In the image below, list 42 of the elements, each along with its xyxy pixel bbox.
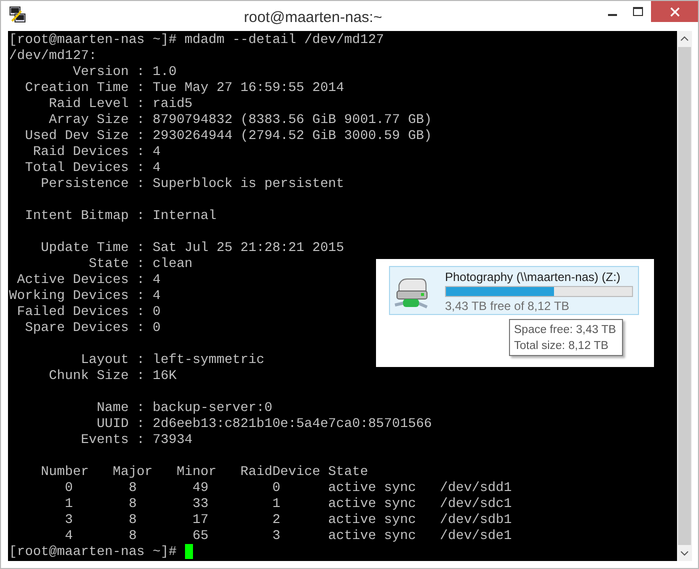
terminal-line: Total Devices : 4 bbox=[24, 160, 161, 176]
close-icon bbox=[670, 6, 680, 16]
shell-prompt: [root@maarten-nas ~]# bbox=[9, 544, 178, 560]
text-cursor bbox=[184, 544, 193, 559]
close-button[interactable] bbox=[651, 1, 698, 22]
free-space-text: 3,43 TB free of 8,12 TB bbox=[445, 298, 570, 314]
terminal-line: Spare Devices : 0 bbox=[24, 320, 161, 336]
terminal-line: Active Devices : 4 bbox=[16, 272, 161, 288]
terminal-line: Raid Level : raid5 bbox=[48, 96, 193, 112]
window-title: root@maarten-nas:~ bbox=[242, 8, 384, 28]
terminal-line: State : clean bbox=[88, 256, 193, 272]
terminal-line: 3 8 17 2 active sync /dev/sdb1 bbox=[64, 512, 512, 528]
terminal-line: [root@maarten-nas ~]# mdadm --detail /dev/md127 bbox=[9, 32, 384, 48]
terminal-line: Update Time : Sat Jul 25 21:28:21 2015 bbox=[40, 240, 344, 256]
terminal-line: Used Dev Size : 2930264944 (2794.52 GiB 3000.59 GB) bbox=[24, 128, 432, 144]
terminal-line: Raid Devices : 4 bbox=[32, 144, 161, 160]
scrollbar-thumb[interactable] bbox=[678, 47, 691, 545]
terminal-line: Array Size : 8790794832 (8383.56 GiB 9001.77 GB) bbox=[48, 112, 432, 128]
terminal-line: Failed Devices : 0 bbox=[16, 304, 161, 320]
scroll-up-icon[interactable] bbox=[680, 36, 689, 41]
drive-tile[interactable]: Photography (\\maarten-nas) (Z:) 3,43 TB free of 8,12 TB bbox=[389, 266, 639, 315]
terminal-line: /dev/md127: bbox=[9, 48, 97, 64]
terminal-line: Number Major Minor RaidDevice State bbox=[40, 464, 368, 480]
terminal-line: Version : 1.0 bbox=[72, 64, 177, 80]
tooltip-line: Space free: 3,43 TB bbox=[514, 323, 616, 338]
terminal-line: UUID : 2d6eeb13:c821b10e:5a4e7ca0:85701566 bbox=[96, 416, 432, 432]
terminal-line: Events : 73934 bbox=[80, 432, 193, 448]
scrollbar[interactable] bbox=[677, 31, 692, 561]
terminal-line: 1 8 33 1 active sync /dev/sdc1 bbox=[64, 496, 512, 512]
terminal-app-icon bbox=[9, 6, 27, 24]
terminal-line: Intent Bitmap : Internal bbox=[24, 208, 216, 224]
terminal-line: 4 8 65 3 active sync /dev/sde1 bbox=[64, 528, 512, 544]
terminal-line: Creation Time : Tue May 27 16:59:55 2014 bbox=[24, 80, 344, 96]
terminal-line: Name : backup-server:0 bbox=[96, 400, 272, 416]
terminal-line: 0 8 49 0 active sync /dev/sdd1 bbox=[64, 480, 512, 496]
terminal-line: Layout : left-symmetric bbox=[80, 352, 264, 368]
tooltip-line: Total size: 8,12 TB bbox=[514, 339, 608, 354]
terminal-line: Chunk Size : 16K bbox=[48, 368, 177, 384]
terminal-line: Persistence : Superblock is persistent bbox=[40, 176, 344, 192]
drive-name: Photography (\\maarten-nas) (Z:) bbox=[445, 269, 622, 285]
terminal-line: Working Devices : 4 bbox=[9, 288, 161, 304]
scroll-down-icon[interactable] bbox=[680, 551, 689, 556]
